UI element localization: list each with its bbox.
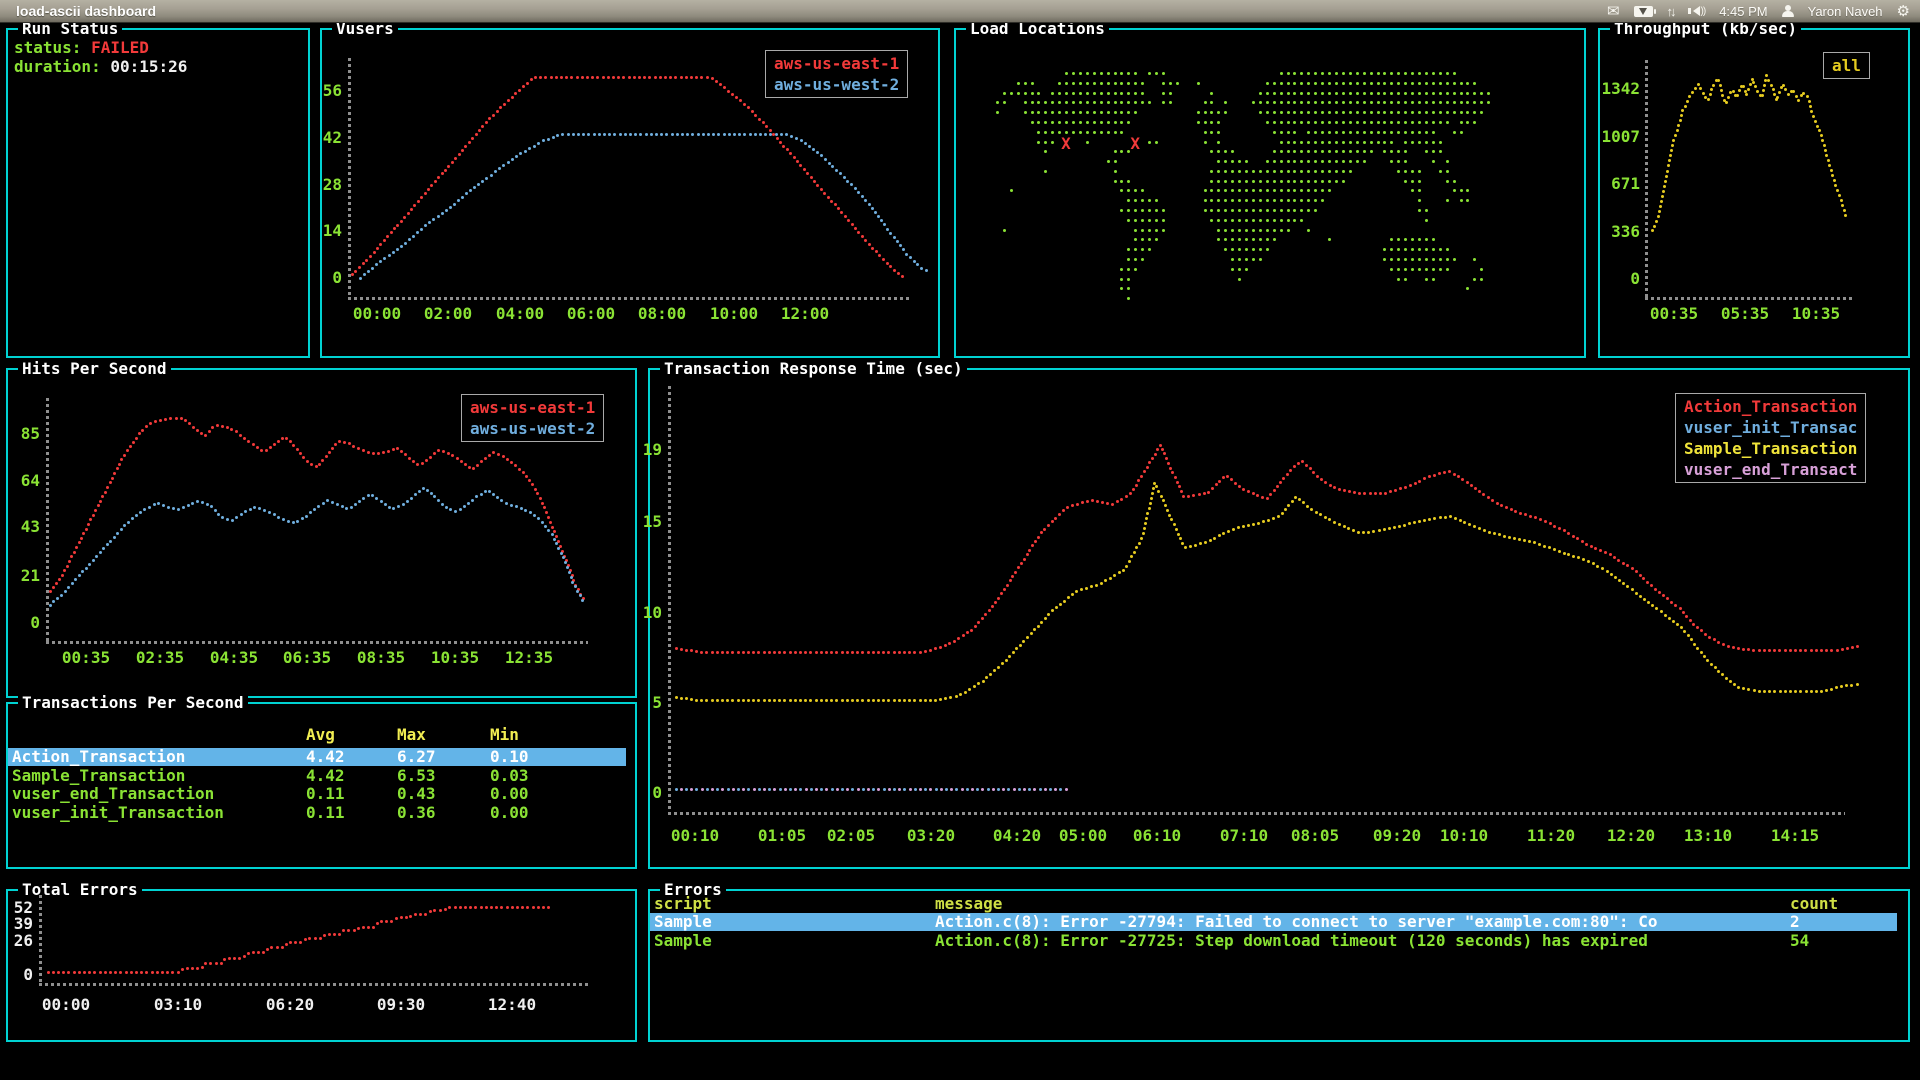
system-tray: ✉ ↑↓ )) 4:45 PM Yaron Naveh ⚙	[1607, 4, 1910, 19]
window-title: load-ascii dashboard	[16, 3, 156, 19]
panel-transaction-response-time: Transaction Response Time (sec)	[648, 368, 1910, 869]
panel-run-status: Run Status	[6, 28, 310, 358]
panel-title: Transaction Response Time (sec)	[660, 359, 967, 378]
network-arrows-icon[interactable]: ↑↓	[1667, 4, 1674, 19]
panel-title: Errors	[660, 880, 726, 899]
panel-title: Total Errors	[18, 880, 142, 899]
user-icon[interactable]	[1782, 5, 1794, 17]
clock[interactable]: 4:45 PM	[1719, 4, 1767, 19]
panel-title: Hits Per Second	[18, 359, 171, 378]
panel-errors: Errors	[648, 889, 1910, 1042]
session-gear-icon[interactable]: ⚙	[1897, 4, 1910, 19]
volume-icon[interactable]: ))	[1688, 6, 1706, 17]
panel-vusers: Vusers	[320, 28, 940, 358]
mail-icon[interactable]: ✉	[1607, 4, 1620, 19]
panel-transactions-per-second: Transactions Per Second	[6, 702, 637, 869]
panel-total-errors: Total Errors	[6, 889, 637, 1042]
panel-hits-per-second: Hits Per Second	[6, 368, 637, 698]
panel-title: Transactions Per Second	[18, 693, 248, 712]
battery-icon[interactable]	[1634, 6, 1653, 17]
panel-throughput: Throughput (kb/sec)	[1598, 28, 1910, 358]
user-name[interactable]: Yaron Naveh	[1808, 4, 1883, 19]
titlebar: load-ascii dashboard ✉ ↑↓ )) 4:45 PM Yar…	[0, 0, 1920, 23]
panel-load-locations: Load Locations	[954, 28, 1586, 358]
